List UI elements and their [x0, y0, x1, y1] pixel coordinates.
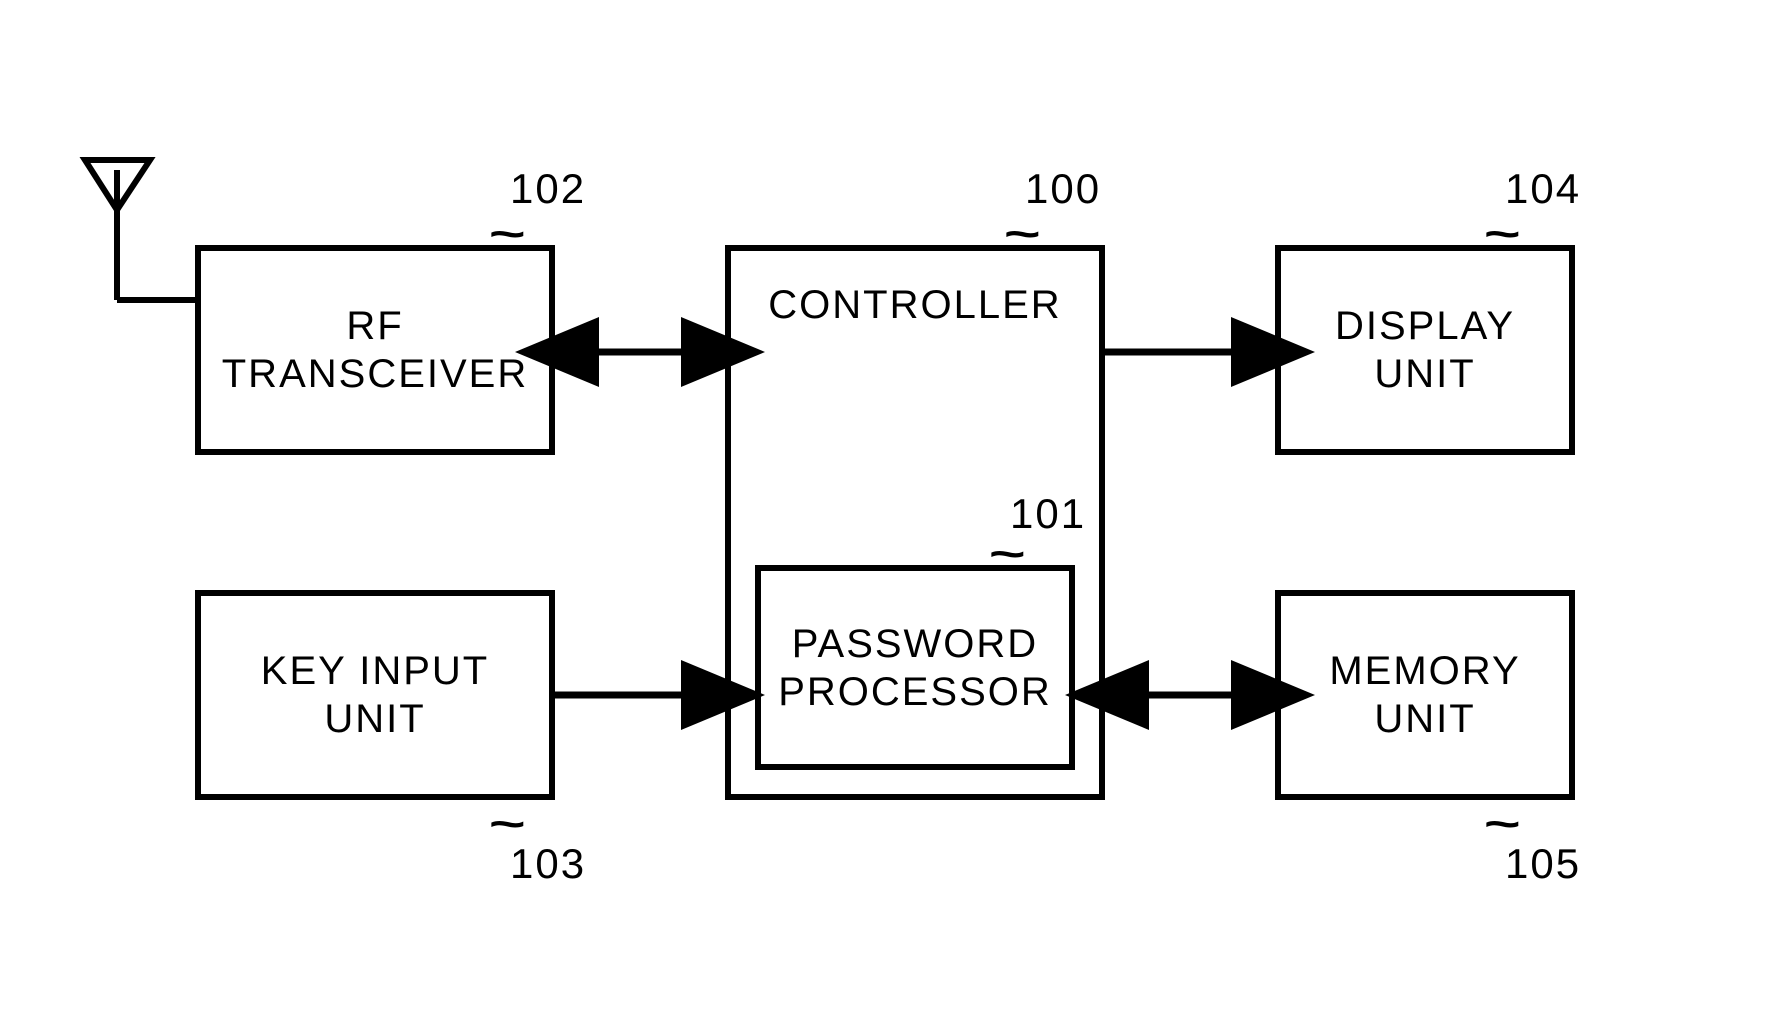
display-ref: 104	[1505, 165, 1581, 213]
controller-title: CONTROLLER	[768, 281, 1061, 329]
memory-ref-leader: ~	[1484, 800, 1521, 848]
controller-ref-leader: ~	[1004, 210, 1041, 258]
password-processor-block: PASSWORD PROCESSOR	[755, 565, 1075, 770]
rf-ref: 102	[510, 165, 586, 213]
key-ref-leader: ~	[489, 800, 526, 848]
memory-line2: UNIT	[1374, 695, 1475, 743]
display-unit-block: DISPLAY UNIT	[1275, 245, 1575, 455]
rf-line1: RF	[346, 302, 403, 350]
display-line1: DISPLAY	[1335, 302, 1515, 350]
rf-transceiver-block: RF TRANSCEIVER	[195, 245, 555, 455]
rf-line2: TRANSCEIVER	[222, 350, 529, 398]
rf-ref-leader: ~	[489, 210, 526, 258]
key-line1: KEY INPUT	[261, 647, 489, 695]
key-line2: UNIT	[324, 695, 425, 743]
antenna-icon	[85, 160, 195, 300]
display-ref-leader: ~	[1484, 210, 1521, 258]
password-line2: PROCESSOR	[778, 668, 1052, 716]
display-line2: UNIT	[1374, 350, 1475, 398]
password-line1: PASSWORD	[792, 620, 1038, 668]
memory-unit-block: MEMORY UNIT	[1275, 590, 1575, 800]
key-input-block: KEY INPUT UNIT	[195, 590, 555, 800]
memory-line1: MEMORY	[1329, 647, 1520, 695]
diagram-canvas: RF TRANSCEIVER 102 ~ KEY INPUT UNIT 103 …	[0, 0, 1769, 1035]
controller-ref: 100	[1025, 165, 1101, 213]
password-ref-leader: ~	[989, 530, 1026, 578]
